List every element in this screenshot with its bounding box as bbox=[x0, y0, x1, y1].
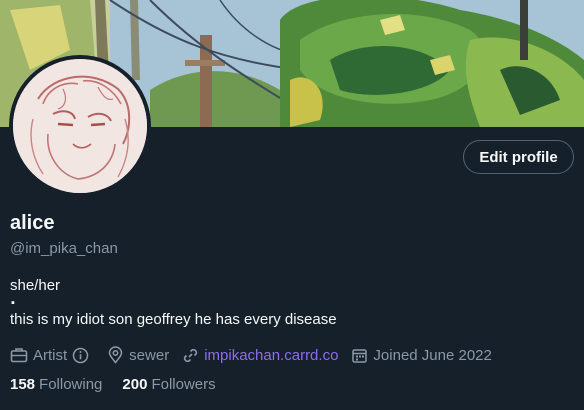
category-text: Artist bbox=[33, 346, 68, 364]
profile-meta: Artist sewer impikachan.carrd.co Joined … bbox=[10, 345, 505, 365]
display-name: alice bbox=[10, 212, 55, 234]
following-link[interactable]: 158 Following bbox=[10, 376, 102, 393]
location-pin-icon bbox=[108, 346, 123, 364]
edit-profile-button[interactable]: Edit profile bbox=[463, 140, 574, 174]
profile-avatar[interactable] bbox=[9, 55, 151, 197]
bio-line: she/her bbox=[10, 277, 61, 294]
briefcase-icon bbox=[10, 348, 28, 363]
calendar-icon bbox=[352, 348, 368, 363]
meta-category: Artist bbox=[10, 346, 94, 364]
followers-link[interactable]: 200 Followers bbox=[122, 376, 215, 393]
follow-stats: 158 Following 200 Followers bbox=[10, 376, 236, 393]
following-label: Following bbox=[39, 376, 103, 393]
info-circle-icon[interactable] bbox=[72, 347, 89, 364]
website-link[interactable]: impikachan.carrd.co bbox=[204, 347, 338, 364]
link-icon bbox=[184, 348, 198, 362]
profile-bio: she/her ▪ this is my idiot son geoffrey … bbox=[10, 276, 337, 330]
followers-label: Followers bbox=[151, 376, 216, 393]
user-handle: @im_pika_chan bbox=[10, 240, 118, 257]
followers-count: 200 bbox=[122, 376, 148, 393]
bio-line: ▪ bbox=[11, 297, 15, 309]
meta-location: sewer bbox=[107, 346, 169, 364]
bio-line: this is my idiot son geoffrey he has eve… bbox=[10, 311, 337, 328]
following-count: 158 bbox=[10, 376, 36, 393]
meta-joined: Joined June 2022 bbox=[351, 346, 492, 364]
avatar-image bbox=[13, 59, 147, 193]
meta-link[interactable]: impikachan.carrd.co bbox=[182, 347, 338, 364]
location-text: sewer bbox=[129, 346, 170, 364]
joined-text: Joined June 2022 bbox=[373, 346, 492, 364]
